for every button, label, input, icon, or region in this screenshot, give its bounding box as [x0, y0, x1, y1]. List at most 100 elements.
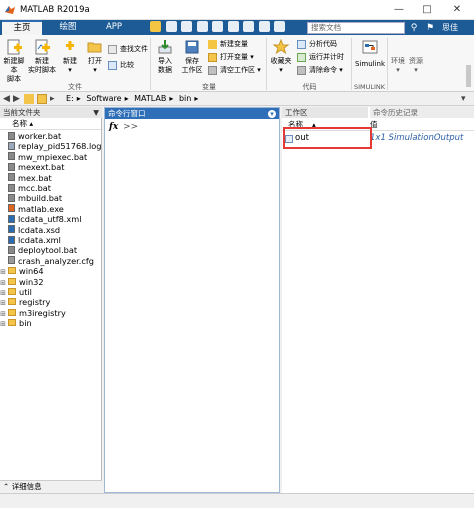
tab-plots[interactable]: 绘图: [48, 20, 88, 35]
bat-file-icon: [8, 152, 15, 161]
file-item[interactable]: mbuild.bat: [0, 193, 101, 203]
back-icon[interactable]: ◀: [3, 93, 10, 105]
resources-button[interactable]: 资源 ▾: [408, 57, 424, 75]
save-icon[interactable]: [165, 21, 177, 32]
user-account-menu[interactable]: 思佳: [442, 21, 458, 34]
import-data-label-2: 数据: [158, 66, 172, 74]
file-name: win32: [19, 276, 44, 287]
breadcrumb[interactable]: E: ▸ Software ▸ MATLAB ▸ bin ▸: [66, 93, 201, 105]
save-workspace-label: 保存: [185, 57, 199, 65]
file-item[interactable]: mex.bat: [0, 173, 101, 183]
file-item[interactable]: lcdata_utf8.xml: [0, 214, 101, 224]
folder-item[interactable]: ⊞ bin: [0, 318, 101, 328]
clear-workspace-button[interactable]: 清空工作区 ▾: [208, 65, 261, 75]
analyze-code-icon: [297, 39, 306, 49]
clear-commands-button[interactable]: 清除命令 ▾: [297, 65, 343, 75]
folder-item[interactable]: ⊞ util: [0, 287, 101, 297]
search-icon[interactable]: ⚲: [408, 22, 420, 34]
current-folder-column-header[interactable]: 名称 ▴: [0, 118, 101, 130]
xml-file-icon: [8, 235, 15, 244]
file-item[interactable]: lcdata.xsd: [0, 225, 101, 235]
paste-icon[interactable]: [212, 21, 224, 32]
folder-item[interactable]: ⊞ m3iregistry: [0, 308, 101, 318]
new-variable-icon: [208, 39, 217, 49]
workspace-header[interactable]: 工作区: [282, 107, 368, 118]
breadcrumb-bin[interactable]: bin: [179, 94, 191, 103]
forward-icon[interactable]: ▶: [13, 93, 20, 105]
file-name: lcdata_utf8.xml: [18, 214, 82, 225]
copy-icon[interactable]: [196, 21, 208, 32]
open-variable-button[interactable]: 打开变量 ▾: [208, 52, 254, 62]
open-button[interactable]: 打开 ▾: [84, 39, 106, 75]
address-dropdown-icon[interactable]: ▾: [461, 93, 466, 105]
find-files-button[interactable]: 查找文件: [108, 44, 148, 54]
function-browser-icon[interactable]: fx: [109, 122, 118, 132]
title-bar: MATLAB R2019a — □ ✕: [0, 0, 474, 20]
new-menu-button[interactable]: 新建 ▾: [59, 39, 81, 75]
file-item[interactable]: deploytool.bat: [0, 245, 101, 255]
help-icon[interactable]: [274, 21, 286, 32]
environment-button[interactable]: 环境 ▾: [390, 57, 406, 75]
maximize-button[interactable]: □: [414, 2, 440, 18]
open-label: 打开: [88, 57, 102, 65]
new-dropdown-icon: ▾: [68, 66, 72, 74]
file-item[interactable]: matlab.exe: [0, 204, 101, 214]
breadcrumb-software[interactable]: Software: [86, 94, 121, 103]
redo-icon[interactable]: [243, 21, 255, 32]
breadcrumb-separator-icon: ▸: [194, 94, 199, 103]
file-name: lcdata.xsd: [18, 224, 61, 235]
file-item[interactable]: lcdata.xml: [0, 235, 101, 245]
breadcrumb-matlab[interactable]: MATLAB: [134, 94, 166, 103]
folder-item[interactable]: ⊞ win64: [0, 266, 101, 276]
import-data-button[interactable]: 导入 数据: [154, 39, 176, 75]
save-workspace-button[interactable]: 保存 工作区: [179, 39, 205, 75]
file-item[interactable]: mexext.bat: [0, 162, 101, 172]
new-icon[interactable]: [150, 21, 161, 32]
file-name: replay_pid51768.log: [18, 141, 102, 152]
open-folder-icon: [87, 42, 102, 53]
minimize-button[interactable]: —: [386, 2, 412, 18]
column-name-label: 名称: [12, 119, 27, 128]
analyze-code-button[interactable]: 分析代码: [297, 39, 337, 49]
folder-item[interactable]: ⊞ registry: [0, 297, 101, 307]
command-prompt-line[interactable]: fx >>: [109, 122, 138, 132]
save-workspace-label-2: 工作区: [181, 66, 203, 74]
command-history-tab[interactable]: 命令历史记录: [370, 107, 474, 118]
resources-label: 资源: [409, 57, 423, 65]
folder-item[interactable]: ⊞ win32: [0, 277, 101, 287]
run-and-time-button[interactable]: 运行并计时: [297, 52, 344, 62]
undo-icon[interactable]: [227, 21, 239, 32]
tab-apps[interactable]: APP: [94, 20, 134, 35]
command-window-panel[interactable]: 命令行窗口 ▾ fx >>: [104, 107, 280, 493]
browse-folder-icon[interactable]: [37, 94, 47, 104]
switch-windows-icon[interactable]: [258, 21, 270, 32]
panel-menu-icon[interactable]: ▼: [93, 107, 99, 118]
folder-icon: [8, 319, 16, 327]
simulink-button[interactable]: Simulink: [355, 39, 385, 69]
search-documentation-input[interactable]: 搜索文档: [307, 22, 405, 34]
file-name: mw_mpiexec.bat: [18, 151, 88, 162]
file-item[interactable]: mw_mpiexec.bat: [0, 152, 101, 162]
new-script-button[interactable]: 新建脚本 脚本: [3, 39, 25, 84]
favorites-button[interactable]: 收藏夹 ▾: [269, 39, 293, 75]
current-folder-title: 当前文件夹: [3, 108, 41, 117]
expand-folder-icon[interactable]: ⊞: [0, 319, 6, 329]
details-bar[interactable]: ⌃ 详细信息: [0, 480, 102, 493]
file-item[interactable]: crash_analyzer.cfg: [0, 256, 101, 266]
panel-menu-icon[interactable]: ▾: [268, 109, 276, 118]
file-item[interactable]: mcc.bat: [0, 183, 101, 193]
file-name: bin: [19, 318, 32, 329]
file-item[interactable]: worker.bat: [0, 131, 101, 141]
tab-home[interactable]: 主页: [2, 20, 42, 35]
ribbon-minimize-handle[interactable]: [466, 65, 471, 87]
notification-icon[interactable]: ⚑: [424, 22, 436, 34]
cut-icon[interactable]: [181, 21, 193, 32]
up-folder-icon[interactable]: [24, 94, 34, 104]
close-button[interactable]: ✕: [444, 2, 470, 18]
details-label: 详细信息: [11, 482, 42, 491]
new-variable-button[interactable]: 新建变量: [208, 39, 248, 49]
breadcrumb-drive[interactable]: E:: [66, 94, 74, 103]
new-live-script-button[interactable]: 新建 实时脚本: [27, 39, 57, 75]
file-item[interactable]: replay_pid51768.log: [0, 141, 101, 151]
compare-button[interactable]: 比较: [108, 60, 134, 70]
